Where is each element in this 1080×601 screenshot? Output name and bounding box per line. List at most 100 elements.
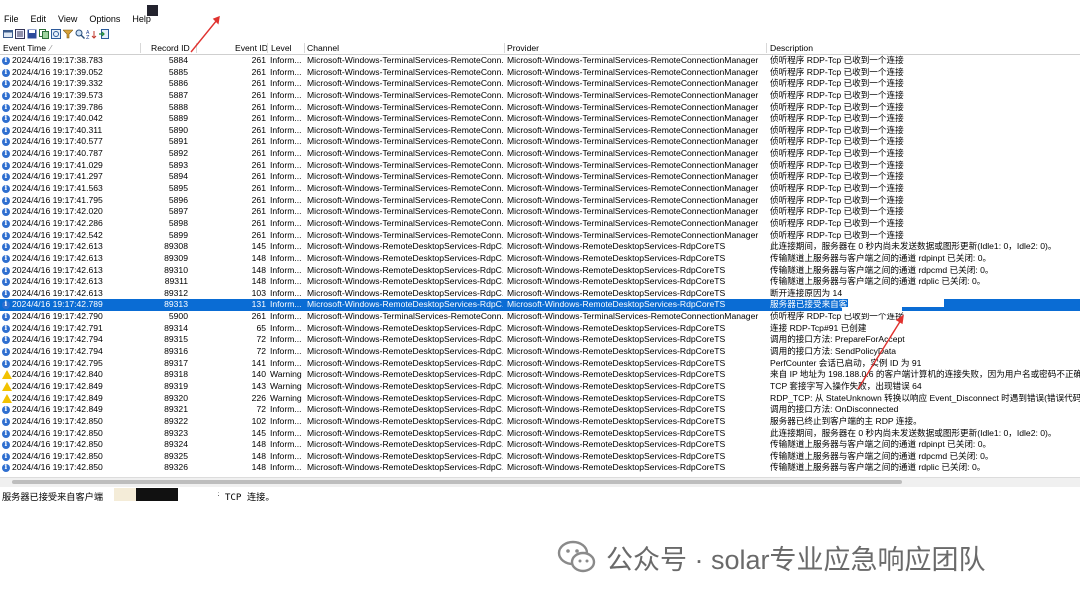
column-header-channel[interactable]: Channel <box>307 42 339 54</box>
save-icon[interactable] <box>26 28 37 39</box>
table-row[interactable]: 2024/4/16 19:17:42.849 89321 72 Inform... Mi… <box>0 404 1080 416</box>
cell-channel: Microsoft-Windows-TerminalServices-Remot… <box>307 55 503 65</box>
find-icon[interactable] <box>74 28 85 39</box>
menu-file[interactable]: File <box>4 12 19 26</box>
cell-description: 侦听程序 RDP-Tcp 已收到一个连接 <box>770 101 904 112</box>
cell-record-id: 5895 <box>168 183 188 194</box>
table-row[interactable]: 2024/4/16 19:17:42.286 5898 261 Inform... Mi… <box>0 218 1080 230</box>
cell-description: 此连接期间，服务器在 0 秒内尚未发送数据或图形更新(Idle1: 0，Idle… <box>770 241 1057 252</box>
table-row[interactable]: 2024/4/16 19:17:42.542 5899 261 Inform... Mi… <box>0 230 1080 242</box>
cell-record-id: 89323 <box>164 427 188 438</box>
table-row[interactable]: 2024/4/16 19:17:40.787 5892 261 Inform... Mi… <box>0 148 1080 160</box>
cell-level: Inform... <box>270 427 302 438</box>
table-row[interactable]: 2024/4/16 19:17:42.850 89324 148 Inform... M… <box>0 439 1080 451</box>
table-row[interactable]: 2024/4/16 19:17:42.790 5900 261 Inform... Mi… <box>0 311 1080 323</box>
column-divider[interactable] <box>140 43 141 53</box>
cell-channel: Microsoft-Windows-RemoteDesktopServices-… <box>307 380 503 391</box>
cell-level: Inform... <box>270 171 302 182</box>
cell-channel: Microsoft-Windows-RemoteDesktopServices-… <box>307 392 503 403</box>
table-row[interactable]: 2024/4/16 19:17:42.849 89320 226 Warning Mic… <box>0 393 1080 405</box>
table-row[interactable]: 2024/4/16 19:17:39.786 5888 261 Inform... Mi… <box>0 102 1080 114</box>
cell-event-time: 2024/4/16 19:17:41.563 <box>12 183 103 194</box>
table-row[interactable]: 2024/4/16 19:17:42.795 89317 141 Inform... M… <box>0 358 1080 370</box>
filter-icon[interactable] <box>62 28 73 39</box>
cell-record-id: 89310 <box>164 264 188 275</box>
cell-channel: Microsoft-Windows-TerminalServices-Remot… <box>307 311 503 322</box>
table-row[interactable]: 2024/4/16 19:17:40.577 5891 261 Inform... Mi… <box>0 136 1080 148</box>
table-row[interactable]: 2024/4/16 19:17:42.850 89322 102 Inform... M… <box>0 416 1080 428</box>
properties-icon[interactable] <box>14 28 25 39</box>
cell-event-id: 261 <box>251 89 266 100</box>
cell-provider: Microsoft-Windows-TerminalServices-Remot… <box>507 78 759 89</box>
cell-description: 调用的接口方法: PrepareForAccept <box>770 334 905 345</box>
table-row[interactable]: 2024/4/16 19:17:41.029 5893 261 Inform... Mi… <box>0 160 1080 172</box>
table-row[interactable]: 2024/4/16 19:17:40.311 5890 261 Inform... Mi… <box>0 125 1080 137</box>
table-row[interactable]: 2024/4/16 19:17:42.840 89318 140 Warning Mic… <box>0 369 1080 381</box>
table-row[interactable]: 2024/4/16 19:17:41.297 5894 261 Inform... Mi… <box>0 171 1080 183</box>
table-row[interactable]: 2024/4/16 19:17:39.052 5885 261 Inform... Mi… <box>0 67 1080 79</box>
cell-record-id: 5887 <box>168 89 188 100</box>
table-row[interactable]: 2024/4/16 19:17:39.332 5886 261 Inform... Mi… <box>0 78 1080 90</box>
cell-description: 传输隧道上服务器与客户端之间的通道 rdpcmd 已关闭: 0。 <box>770 264 994 275</box>
table-row[interactable]: 2024/4/16 19:17:42.791 89314 65 Inform... Mi… <box>0 323 1080 335</box>
cell-event-time: 2024/4/16 19:17:42.795 <box>12 357 103 368</box>
table-row[interactable]: 2024/4/16 19:17:42.794 89316 72 Inform... Mi… <box>0 346 1080 358</box>
cell-provider: Microsoft-Windows-TerminalServices-Remot… <box>507 171 759 182</box>
column-header-event-time[interactable]: Event Time <box>3 42 46 54</box>
column-divider[interactable] <box>766 43 767 53</box>
table-row[interactable]: 2024/4/16 19:17:42.850 89326 148 Inform... M… <box>0 462 1080 474</box>
sort-icon[interactable]: AZ <box>86 28 97 39</box>
export-icon[interactable] <box>98 28 109 39</box>
column-divider[interactable] <box>196 43 197 53</box>
cell-channel: Microsoft-Windows-TerminalServices-Remot… <box>307 194 503 205</box>
cell-channel: Microsoft-Windows-RemoteDesktopServices-… <box>307 427 503 438</box>
copy-icon[interactable] <box>38 28 49 39</box>
info-icon <box>2 171 10 182</box>
table-row[interactable]: 2024/4/16 19:17:38.783 5884 261 Inform... Mi… <box>0 55 1080 67</box>
horizontal-scrollbar[interactable] <box>0 477 1080 487</box>
cell-channel: Microsoft-Windows-TerminalServices-Remot… <box>307 217 503 228</box>
menu-options[interactable]: Options <box>89 12 120 26</box>
table-row[interactable]: 2024/4/16 19:17:42.849 89319 143 Warning Mic… <box>0 381 1080 393</box>
column-header-record-id[interactable]: Record ID <box>151 42 190 54</box>
cell-event-id: 261 <box>251 124 266 135</box>
table-row[interactable]: 2024/4/16 19:17:42.613 89308 145 Inform... M… <box>0 241 1080 253</box>
scrollbar-thumb[interactable] <box>12 480 902 484</box>
menu-help[interactable]: Help <box>132 12 151 26</box>
column-header-provider[interactable]: Provider <box>507 42 539 54</box>
cell-event-id: 72 <box>256 346 266 357</box>
menu-view[interactable]: View <box>58 12 77 26</box>
toolbar: AZ <box>2 27 109 40</box>
table-row[interactable]: 2024/4/16 19:17:42.850 89325 148 Inform... M… <box>0 451 1080 463</box>
cell-event-id: 261 <box>251 148 266 159</box>
table-row[interactable]: 2024/4/16 19:17:39.573 5887 261 Inform... Mi… <box>0 90 1080 102</box>
column-header-level[interactable]: Level <box>271 42 292 54</box>
cell-provider: Microsoft-Windows-RemoteDesktopServices-… <box>507 380 726 391</box>
warning-icon <box>2 393 12 403</box>
table-row[interactable]: 2024/4/16 19:17:42.794 89315 72 Inform... Mi… <box>0 334 1080 346</box>
table-row[interactable]: 2024/4/16 19:17:42.020 5897 261 Inform... Mi… <box>0 206 1080 218</box>
open-icon[interactable] <box>2 28 13 39</box>
table-row[interactable]: 2024/4/16 19:17:41.795 5896 261 Inform... Mi… <box>0 195 1080 207</box>
cell-channel: Microsoft-Windows-TerminalServices-Remot… <box>307 78 503 89</box>
cell-provider: Microsoft-Windows-TerminalServices-Remot… <box>507 113 759 124</box>
table-row[interactable]: 2024/4/16 19:17:42.850 89323 145 Inform... M… <box>0 428 1080 440</box>
column-header-event-id[interactable]: Event ID <box>235 42 268 54</box>
menu-edit[interactable]: Edit <box>31 12 47 26</box>
table-row[interactable]: 2024/4/16 19:17:42.613 89309 148 Inform... M… <box>0 253 1080 265</box>
cell-event-time: 2024/4/16 19:17:42.850 <box>12 450 103 461</box>
event-table: 2024/4/16 19:17:38.783 5884 261 Inform... Mi… <box>0 55 1080 474</box>
table-row[interactable]: 2024/4/16 19:17:42.613 89310 148 Inform... M… <box>0 265 1080 277</box>
table-row[interactable]: 2024/4/16 19:17:41.563 5895 261 Inform... Mi… <box>0 183 1080 195</box>
cell-description: 侦听程序 RDP-Tcp 已收到一个连接 <box>770 194 904 205</box>
column-divider[interactable] <box>504 43 505 53</box>
column-divider[interactable] <box>267 43 268 53</box>
table-row[interactable]: 2024/4/16 19:17:42.613 89311 148 Inform... M… <box>0 276 1080 288</box>
refresh-icon[interactable] <box>50 28 61 39</box>
cell-provider: Microsoft-Windows-RemoteDesktopServices-… <box>507 241 726 252</box>
column-divider[interactable] <box>304 43 305 53</box>
table-row[interactable]: 2024/4/16 19:17:40.042 5889 261 Inform... Mi… <box>0 113 1080 125</box>
cell-record-id: 89325 <box>164 450 188 461</box>
column-header-description[interactable]: Description <box>770 42 813 54</box>
cell-channel: Microsoft-Windows-TerminalServices-Remot… <box>307 206 503 217</box>
